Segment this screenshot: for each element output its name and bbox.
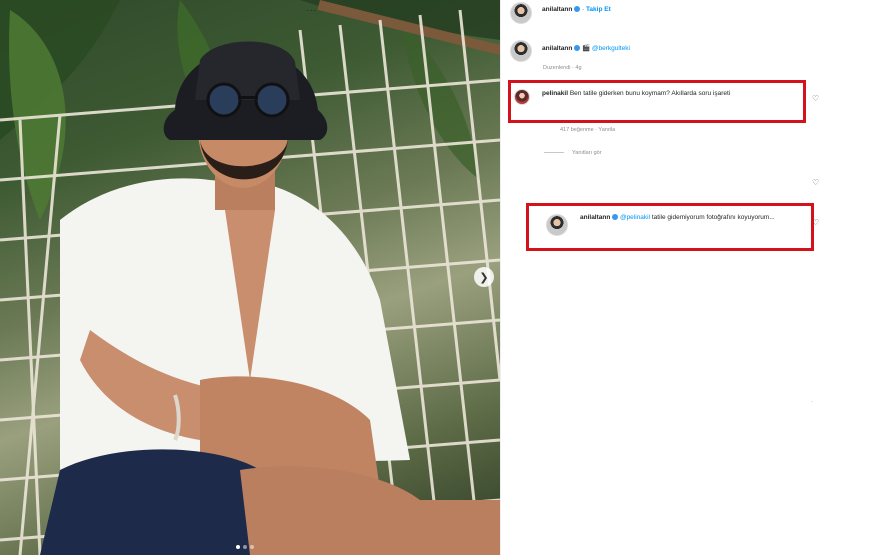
reply-username[interactable]: anilaltann <box>580 214 610 221</box>
heart-outline-icon[interactable]: ♡ <box>812 218 819 227</box>
carousel-dot <box>243 545 247 549</box>
avatar[interactable] <box>510 2 532 24</box>
caption-mention[interactable]: @berkgulteki <box>592 45 630 52</box>
comment-text: pelinakil Ben tatile giderken bunu koyma… <box>542 90 797 98</box>
verified-badge-icon <box>574 6 581 12</box>
post-photo[interactable]: ❯ <box>0 0 500 555</box>
avatar[interactable] <box>514 89 530 105</box>
follow-button[interactable]: Takip Et <box>586 6 611 13</box>
photo-illustration <box>0 0 500 555</box>
comment-body: Ben tatile giderken bunu koymam? Akıllar… <box>569 90 731 97</box>
comment-meta: 417 beğenme · Yanıtla <box>560 127 616 133</box>
comment-username[interactable]: pelinakil <box>542 90 568 97</box>
more-options-icon[interactable]: ... <box>306 3 317 14</box>
carousel-dot <box>250 545 254 549</box>
reply-mention[interactable]: @pelinakil <box>620 214 650 221</box>
caption-meta: Duzenlendi · 4g <box>543 65 582 71</box>
caption-username[interactable]: anilaltann <box>542 45 572 52</box>
verified-badge-icon <box>612 214 619 220</box>
header-username[interactable]: anilaltann <box>542 6 572 13</box>
highlight-box <box>526 203 814 251</box>
carousel-dots <box>236 545 254 549</box>
next-photo-button[interactable]: ❯ <box>474 267 494 287</box>
heart-outline-icon[interactable]: ♡ <box>812 94 819 103</box>
reply-body: tatile gidemiyorum fotoğrafını koyuyorum… <box>651 214 775 221</box>
reply-text: anilaltann @pelinakil tatile gidemiyorum… <box>580 214 805 222</box>
post-header: anilaltann · Takip Et <box>542 6 611 13</box>
carousel-dot <box>236 545 240 549</box>
caption: anilaltann 🎬 @berkgulteki <box>542 44 630 53</box>
clapper-icon: 🎬 <box>581 44 591 52</box>
verified-badge-icon <box>574 45 581 51</box>
scroll-indicator: · <box>811 399 813 405</box>
chevron-right-icon: ❯ <box>479 270 489 284</box>
highlight-box <box>508 80 806 123</box>
avatar[interactable] <box>546 214 568 236</box>
avatar[interactable] <box>510 40 532 62</box>
view-replies-link[interactable]: Yanıtları gör <box>572 149 602 157</box>
replies-divider <box>544 152 564 153</box>
heart-outline-icon[interactable]: ♡ <box>812 178 819 187</box>
